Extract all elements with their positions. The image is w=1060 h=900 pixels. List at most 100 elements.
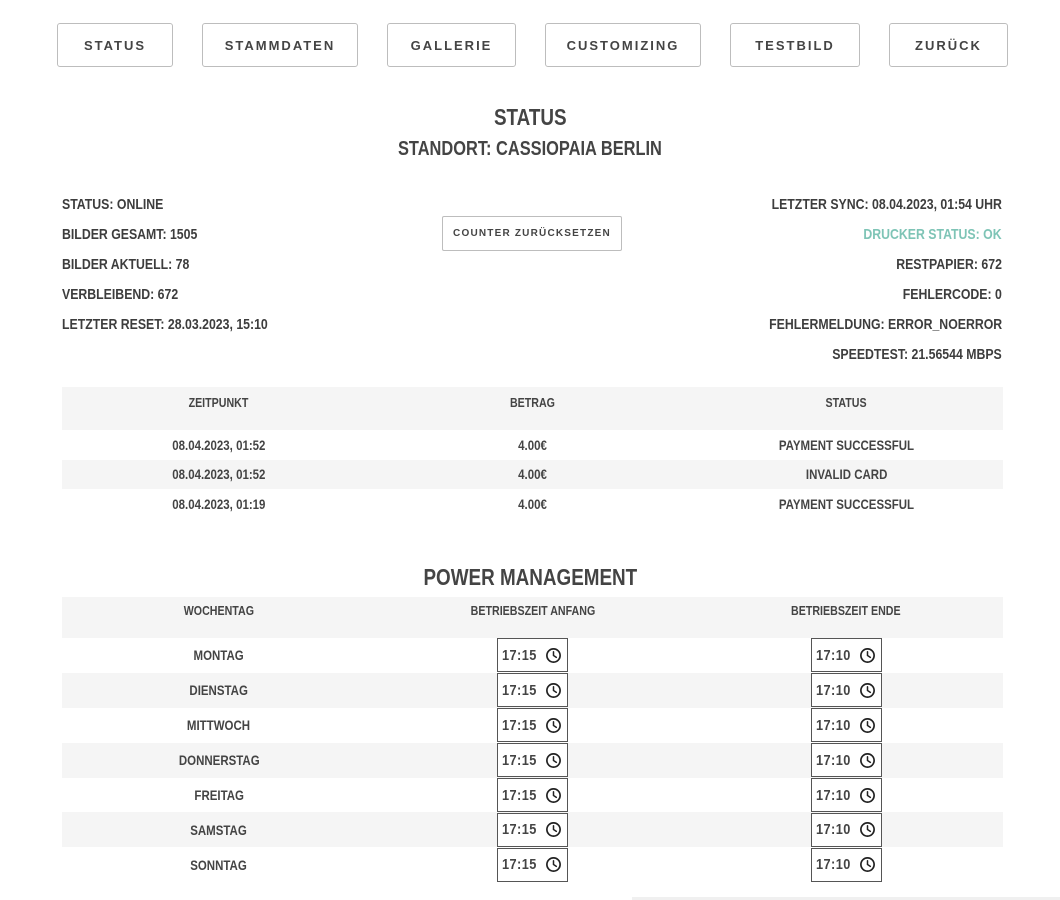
power-day-text: MITTWOCH [187, 717, 251, 734]
page-title-text: STATUS [493, 104, 567, 130]
power-day-text: FREITAG [194, 787, 244, 803]
payments-header-zeitpunkt-text: ZEITPUNKT [188, 395, 249, 410]
nav-zurueck-button[interactable]: ZURÜCK [889, 23, 1008, 67]
end-time-input[interactable]: 17:10 [810, 778, 882, 812]
clock-icon[interactable] [545, 821, 562, 838]
payment-betrag-text: 4.00€ [518, 495, 547, 512]
power-day-text: DIENSTAG [189, 682, 249, 699]
payments-header-zeitpunkt: ZEITPUNKT [62, 387, 376, 430]
end-time-value: 17:10 [815, 716, 851, 734]
clock-icon[interactable] [859, 682, 876, 699]
start-time-value: 17:15 [501, 751, 537, 769]
power-start-cell: 17:15 [376, 673, 690, 708]
clock-icon[interactable] [545, 682, 562, 699]
payment-status: PAYMENT SUCCESSFUL [689, 430, 1003, 460]
clock-icon[interactable] [859, 856, 876, 873]
payments-header-status: STATUS [689, 387, 1003, 430]
restpapier-text: RESTPAPIER: 672 [896, 256, 1002, 273]
power-day-text: MONTAG [193, 647, 244, 664]
payment-status: PAYMENT SUCCESSFUL [689, 489, 1003, 519]
power-day: DONNERSTAG [62, 743, 376, 778]
start-time-input[interactable]: 17:15 [496, 638, 568, 673]
power-row-samstag: SAMSTAG 17:15 17:10 [62, 812, 1003, 848]
payments-header-betrag-text: BETRAG [509, 395, 555, 410]
power-day: MITTWOCH [62, 708, 376, 743]
end-time-input[interactable]: 17:10 [810, 743, 882, 778]
power-row-sonntag: SONNTAG 17:15 17:10 [62, 847, 1003, 882]
payment-betrag: 4.00€ [376, 489, 690, 519]
start-time-value: 17:15 [501, 716, 537, 734]
power-start-cell: 17:15 [376, 708, 690, 743]
payment-zeitpunkt-text: 08.04.2023, 01:52 [172, 436, 266, 453]
start-time-input[interactable]: 17:15 [496, 708, 568, 743]
power-start-cell: 17:15 [376, 743, 690, 778]
start-time-input[interactable]: 17:15 [496, 673, 568, 708]
power-header-anfang: BETRIEBSZEIT ANFANG [376, 597, 690, 638]
clock-icon[interactable] [545, 856, 562, 873]
clock-icon[interactable] [859, 647, 876, 664]
start-time-input[interactable]: 17:15 [496, 812, 568, 847]
end-time-input[interactable]: 17:10 [810, 708, 882, 743]
start-time-input[interactable]: 17:15 [496, 778, 568, 812]
payment-status-text: PAYMENT SUCCESSFUL [778, 495, 914, 512]
end-time-input[interactable]: 17:10 [810, 847, 882, 882]
start-time-value: 17:15 [501, 821, 537, 839]
power-end-cell: 17:10 [689, 812, 1003, 847]
clock-icon[interactable] [545, 647, 562, 664]
clock-icon[interactable] [859, 752, 876, 769]
clock-icon[interactable] [859, 821, 876, 838]
end-time-input[interactable]: 17:10 [810, 638, 882, 673]
nav-zurueck-label: ZURÜCK [915, 37, 982, 53]
bilder-gesamt-text: BILDER GESAMT: 1505 [62, 226, 198, 243]
nav-gallerie-button[interactable]: GALLERIE [387, 23, 516, 67]
top-navigation: STATUS STAMMDATEN GALLERIE CUSTOMIZING T… [0, 23, 1060, 69]
power-day: SAMSTAG [62, 812, 376, 847]
counter-reset-button[interactable]: COUNTER ZURÜCKSETZEN [442, 216, 622, 251]
nav-testbild-label: TESTBILD [755, 37, 835, 53]
power-day-text: SAMSTAG [190, 821, 248, 838]
speedtest-text: SPEEDTEST: 21.56544 MBPS [832, 346, 1002, 363]
power-header-ende-text: BETRIEBSZEIT ENDE [791, 603, 901, 618]
bilder-aktuell-text: BILDER AKTUELL: 78 [62, 256, 190, 273]
start-time-value: 17:15 [501, 786, 537, 804]
payment-row: 08.04.2023, 01:52 4.00€ INVALID CARD [62, 459, 1003, 490]
power-day-text: SONNTAG [190, 856, 248, 873]
end-time-value: 17:10 [815, 786, 851, 804]
power-row-freitag: FREITAG 17:15 17:10 [62, 778, 1003, 813]
power-day: DIENSTAG [62, 673, 376, 708]
clock-icon[interactable] [545, 752, 562, 769]
end-time-value: 17:10 [815, 821, 851, 839]
power-day: FREITAG [62, 778, 376, 813]
clock-icon[interactable] [545, 717, 562, 734]
end-time-value: 17:10 [815, 751, 851, 769]
power-day: MONTAG [62, 638, 376, 673]
nav-testbild-button[interactable]: TESTBILD [730, 23, 860, 67]
end-time-input[interactable]: 17:10 [810, 673, 882, 708]
power-end-cell: 17:10 [689, 847, 1003, 882]
nav-gallerie-label: GALLERIE [410, 37, 493, 53]
start-time-input[interactable]: 17:15 [496, 847, 568, 882]
nav-customizing-button[interactable]: CUSTOMIZING [545, 23, 701, 67]
power-start-cell: 17:15 [376, 847, 690, 882]
clock-icon[interactable] [859, 787, 876, 804]
device-info-left: STATUS: ONLINE BILDER GESAMT: 1505 BILDE… [62, 195, 313, 345]
clock-icon[interactable] [859, 717, 876, 734]
payment-betrag-text: 4.00€ [518, 436, 547, 453]
clock-icon[interactable] [545, 787, 562, 804]
power-start-cell: 17:15 [376, 638, 690, 673]
nav-status-button[interactable]: STATUS [57, 23, 173, 67]
power-end-cell: 17:10 [689, 673, 1003, 708]
power-end-cell: 17:10 [689, 638, 1003, 673]
power-end-cell: 17:10 [689, 708, 1003, 743]
page-title: STATUS [0, 104, 1060, 131]
payment-betrag: 4.00€ [376, 430, 690, 460]
end-time-input[interactable]: 17:10 [810, 812, 882, 847]
nav-stammdaten-button[interactable]: STAMMDATEN [202, 23, 358, 67]
power-end-cell: 17:10 [689, 743, 1003, 778]
payment-row: 08.04.2023, 01:19 4.00€ PAYMENT SUCCESSF… [62, 489, 1003, 519]
letzter-sync-text: LETZTER SYNC: 08.04.2023, 01:54 UHR [771, 196, 1002, 213]
start-time-input[interactable]: 17:15 [496, 743, 568, 778]
payment-zeitpunkt: 08.04.2023, 01:52 [62, 460, 376, 490]
power-day: SONNTAG [62, 847, 376, 882]
nav-customizing-label: CUSTOMIZING [566, 37, 680, 53]
